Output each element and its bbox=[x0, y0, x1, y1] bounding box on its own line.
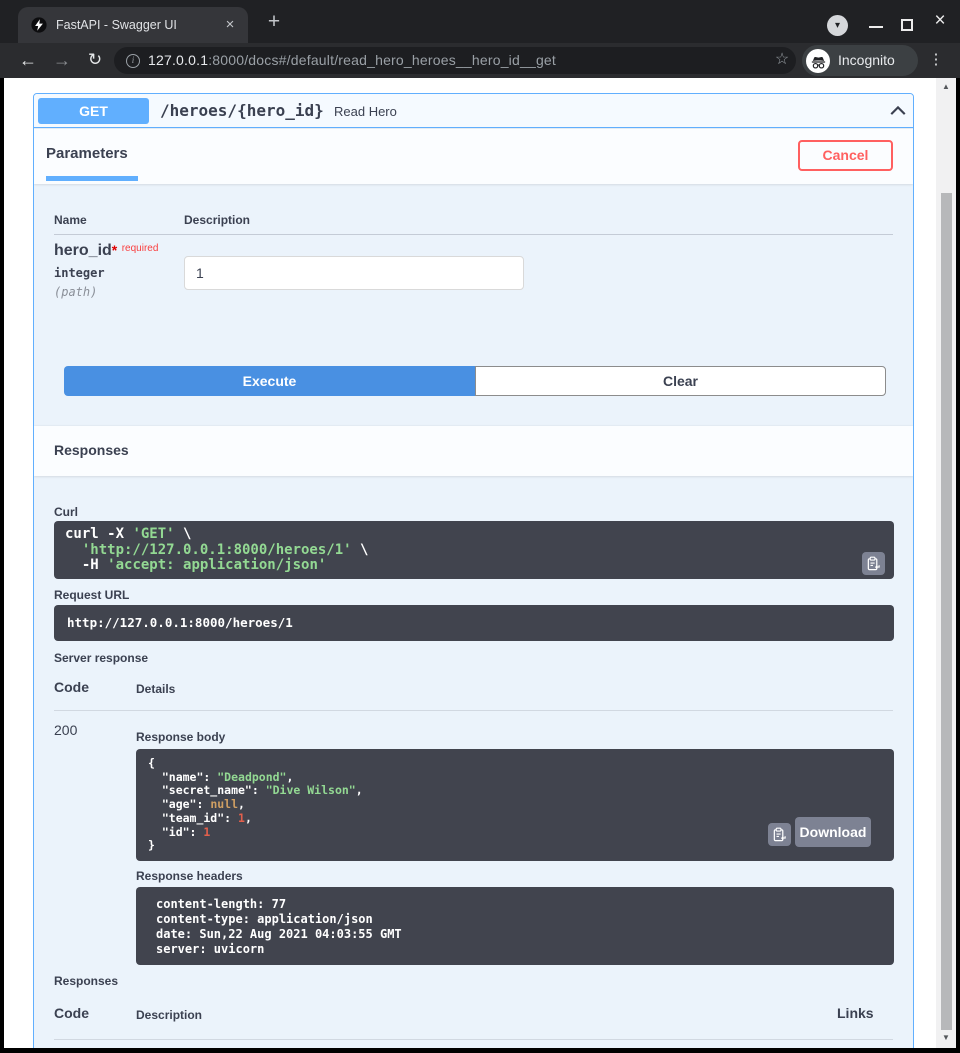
request-url-value: http://127.0.0.1:8000/heroes/1 bbox=[67, 615, 894, 630]
column-header-description: Description bbox=[184, 213, 250, 227]
back-icon[interactable]: ← bbox=[16, 43, 40, 78]
window-close-button[interactable]: × bbox=[928, 9, 952, 33]
url-path: :8000/docs#/default/read_hero_heroes__he… bbox=[208, 52, 556, 68]
incognito-icon bbox=[806, 49, 830, 73]
column-header-details: Details bbox=[136, 682, 175, 696]
response-headers-label: Response headers bbox=[136, 869, 243, 883]
url-bar[interactable]: i 127.0.0.1:8000/docs#/default/read_hero… bbox=[114, 47, 796, 74]
responses-title: Responses bbox=[54, 442, 129, 458]
forward-icon[interactable]: → bbox=[50, 43, 74, 78]
download-button[interactable]: Download bbox=[795, 817, 871, 847]
divider bbox=[54, 234, 893, 235]
copy-curl-button[interactable] bbox=[862, 552, 885, 575]
clipboard-icon bbox=[772, 827, 787, 842]
hero-id-input[interactable] bbox=[184, 256, 524, 290]
window-minimize-button[interactable] bbox=[869, 26, 883, 28]
clipboard-icon bbox=[866, 556, 881, 571]
divider bbox=[54, 1039, 893, 1040]
scrollbar-thumb[interactable] bbox=[941, 193, 952, 1030]
tab-close-icon[interactable]: × bbox=[220, 15, 240, 35]
url-host: 127.0.0.1 bbox=[148, 52, 208, 68]
json-line: "name": "Deadpond", bbox=[148, 771, 894, 785]
column-header-code: Code bbox=[54, 1005, 89, 1021]
site-info-icon[interactable]: i bbox=[126, 54, 140, 68]
execute-button[interactable]: Execute bbox=[64, 366, 475, 396]
header-line: date: Sun,22 Aug 2021 04:03:55 GMT bbox=[156, 927, 894, 942]
opblock-get-heroes: GET /heroes/{hero_id} Read Hero Paramete… bbox=[33, 93, 914, 1048]
request-url-label: Request URL bbox=[54, 588, 129, 602]
fastapi-favicon-icon bbox=[31, 17, 47, 33]
http-method-badge: GET bbox=[38, 98, 149, 124]
active-tab-underline bbox=[46, 176, 138, 181]
required-star: * bbox=[112, 242, 117, 258]
param-location: (path) bbox=[54, 285, 97, 299]
tab-title: FastAPI - Swagger UI bbox=[56, 7, 177, 43]
json-line: "age": null, bbox=[148, 798, 894, 812]
opblock-summary[interactable]: GET /heroes/{hero_id} Read Hero bbox=[34, 94, 913, 128]
doc-response-links: No links bbox=[837, 1046, 880, 1048]
new-tab-button[interactable]: + bbox=[262, 10, 286, 34]
responses-section-header: Responses bbox=[34, 426, 913, 476]
divider bbox=[54, 710, 893, 711]
response-body-block: { "name": "Deadpond", "secret_name": "Di… bbox=[136, 749, 894, 861]
curl-line: curl -X 'GET' \ bbox=[65, 527, 894, 543]
column-header-name: Name bbox=[54, 213, 87, 227]
response-headers-block: content-length: 77 content-type: applica… bbox=[136, 887, 894, 965]
browser-toolbar: ← → ↻ i 127.0.0.1:8000/docs#/default/rea… bbox=[0, 43, 960, 78]
status-code: 200 bbox=[54, 722, 77, 738]
browser-tab-bar: FastAPI - Swagger UI × + ▾ × bbox=[0, 0, 960, 43]
header-line: content-type: application/json bbox=[156, 912, 894, 927]
endpoint-summary: Read Hero bbox=[334, 94, 397, 128]
param-name: hero_id* required bbox=[54, 242, 158, 260]
required-label: required bbox=[122, 243, 159, 254]
header-line: content-length: 77 bbox=[156, 897, 894, 912]
parameters-section-header: Parameters Cancel bbox=[34, 129, 913, 184]
curl-command-block: curl -X 'GET' \ 'http://127.0.0.1:8000/h… bbox=[54, 521, 894, 579]
column-header-links: Links bbox=[837, 1005, 874, 1021]
tab-parameters[interactable]: Parameters bbox=[46, 145, 128, 162]
endpoint-path: /heroes/{hero_id} bbox=[160, 94, 324, 128]
browser-tab[interactable]: FastAPI - Swagger UI × bbox=[18, 7, 248, 43]
url-text: 127.0.0.1:8000/docs#/default/read_hero_h… bbox=[148, 47, 556, 74]
browser-profile-icon[interactable]: ▾ bbox=[827, 15, 848, 36]
reload-icon[interactable]: ↻ bbox=[83, 43, 107, 78]
json-line: { bbox=[148, 757, 894, 771]
column-header-code: Code bbox=[54, 679, 89, 695]
json-line: "secret_name": "Dive Wilson", bbox=[148, 784, 894, 798]
cancel-button[interactable]: Cancel bbox=[798, 140, 893, 171]
curl-line: -H 'accept: application/json' bbox=[65, 558, 894, 574]
scroll-down-icon[interactable]: ▼ bbox=[936, 1031, 956, 1045]
clear-button[interactable]: Clear bbox=[475, 366, 886, 396]
scroll-up-icon[interactable]: ▲ bbox=[936, 80, 956, 94]
server-response-label: Server response bbox=[54, 651, 148, 665]
chevron-up-icon[interactable] bbox=[889, 102, 907, 120]
curl-label: Curl bbox=[54, 505, 78, 519]
incognito-label: Incognito bbox=[838, 45, 895, 76]
doc-response-code: 200 bbox=[54, 1046, 77, 1048]
window-maximize-button[interactable] bbox=[901, 19, 913, 31]
bookmark-star-icon[interactable]: ☆ bbox=[770, 43, 794, 78]
column-header-description: Description bbox=[136, 1008, 202, 1022]
param-name-text: hero_id bbox=[54, 242, 112, 259]
swagger-page: GET /heroes/{hero_id} Read Hero Paramete… bbox=[4, 78, 936, 1048]
header-line: server: uvicorn bbox=[156, 942, 894, 957]
vertical-scrollbar[interactable]: ▲ ▼ bbox=[936, 78, 956, 1048]
copy-response-button[interactable] bbox=[768, 823, 791, 846]
documented-responses-label: Responses bbox=[54, 974, 118, 988]
browser-menu-icon[interactable]: ⋮ bbox=[928, 43, 944, 78]
curl-line: 'http://127.0.0.1:8000/heroes/1' \ bbox=[65, 543, 894, 559]
request-url-block: http://127.0.0.1:8000/heroes/1 bbox=[54, 605, 894, 641]
response-body-label: Response body bbox=[136, 730, 225, 744]
incognito-badge: Incognito bbox=[802, 45, 918, 76]
param-type: integer bbox=[54, 266, 105, 280]
